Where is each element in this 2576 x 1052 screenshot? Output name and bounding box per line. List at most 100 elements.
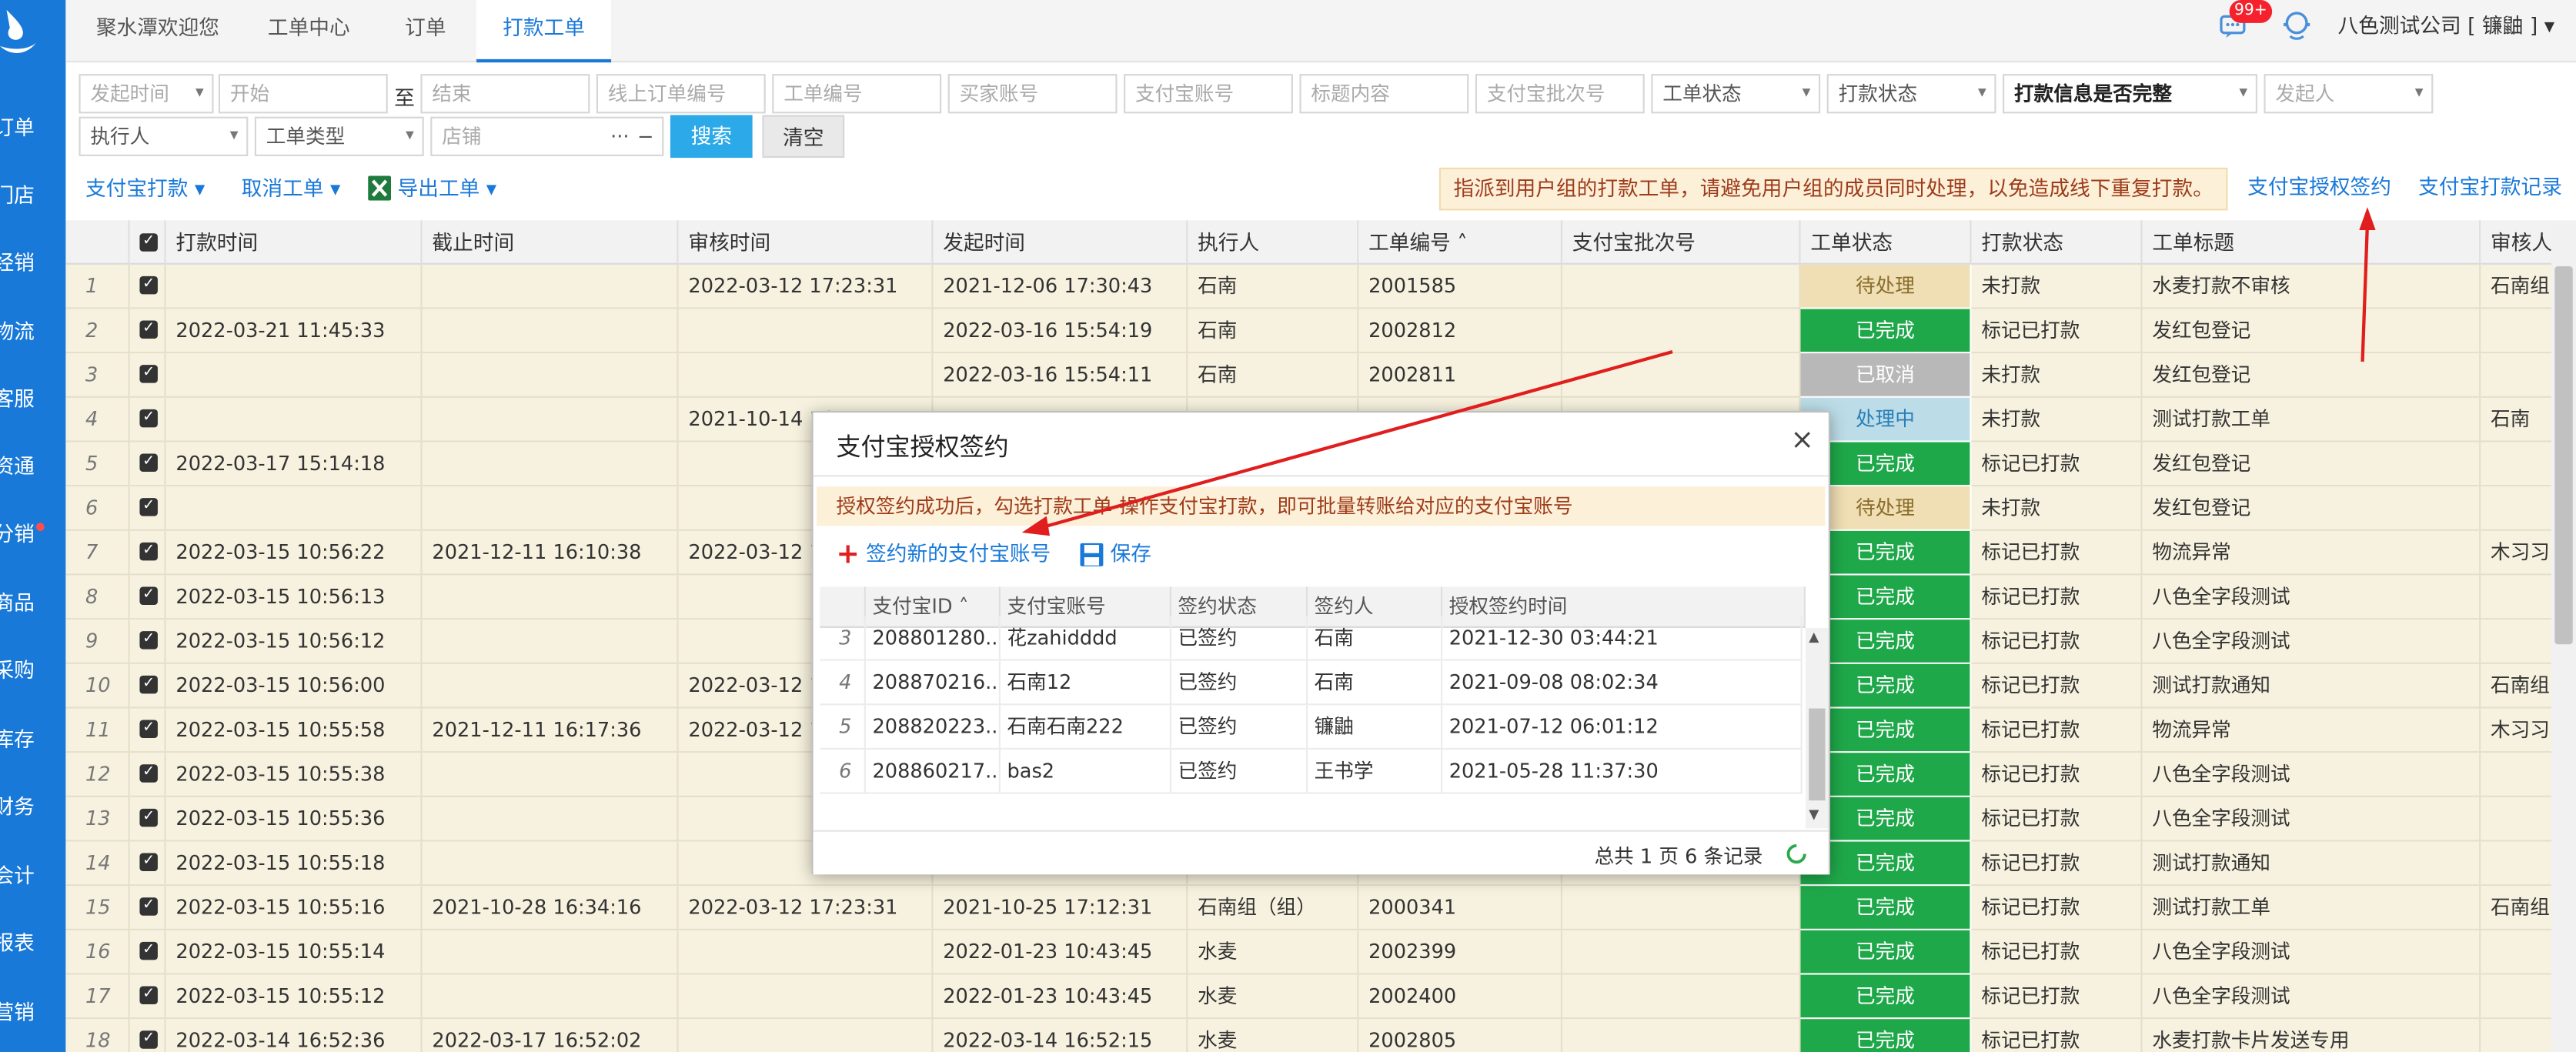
row-checkbox-cell[interactable]: ✓ <box>129 575 166 620</box>
payment-info-complete-select[interactable]: 打款信息是否完整 <box>2003 74 2257 114</box>
row-checkbox-cell[interactable]: ✓ <box>129 397 166 443</box>
tab-orders[interactable]: 订单 <box>378 0 473 62</box>
refresh-icon[interactable] <box>1784 842 1809 867</box>
sidebar-item-inventory[interactable]: 库存 <box>0 723 65 756</box>
save-button[interactable]: 保存 <box>1079 539 1151 569</box>
row-checkbox[interactable]: ✓ <box>139 498 158 516</box>
row-checkbox[interactable]: ✓ <box>139 453 158 473</box>
alipay-auth-sign-link[interactable]: 支付宝授权签约 <box>2247 174 2391 200</box>
pay-time: 2022-03-15 10:55:12 <box>165 974 423 1020</box>
table-row[interactable]: 2 ✓ 2022-03-21 11:45:33 2022-03-16 15:54:19… <box>65 309 2552 354</box>
sidebar-item-resale[interactable]: 分销 <box>0 518 65 551</box>
close-icon[interactable]: × <box>1789 426 1816 455</box>
sidebar-item-zitong[interactable]: 资通 <box>0 450 65 483</box>
row-checkbox-cell[interactable]: ✓ <box>129 309 166 354</box>
table-row[interactable]: 17 ✓ 2022-03-15 10:55:12 2022-01-23 10:43:4… <box>65 974 2552 1020</box>
tab-payment-tickets[interactable]: 打款工单 <box>476 0 612 63</box>
sidebar-item-orders[interactable]: 订单 <box>0 112 65 145</box>
ticket-number-input[interactable]: 工单编号 <box>772 74 942 114</box>
table-row[interactable]: 16 ✓ 2022-03-15 10:55:14 2022-01-23 10:43:4… <box>65 930 2552 975</box>
row-checkbox[interactable]: ✓ <box>139 986 158 1005</box>
initiator-select[interactable]: 发起人 <box>2264 74 2434 114</box>
scroll-down-icon[interactable]: ▼ <box>1809 807 1819 822</box>
executor-select[interactable]: 执行人 <box>79 116 249 156</box>
row-checkbox[interactable]: ✓ <box>139 764 158 783</box>
sidebar-item-marketing[interactable]: 营销 <box>0 996 65 1029</box>
launch-time-select[interactable]: 发起时间 <box>79 74 214 114</box>
title-content-input[interactable]: 标题内容 <box>1299 74 1469 114</box>
store-input[interactable]: 店铺 ··· − <box>430 116 664 156</box>
add-alipay-account-button[interactable]: + 签约新的支付宝账号 <box>837 539 1051 569</box>
row-checkbox[interactable]: ✓ <box>139 542 158 561</box>
company-account-menu[interactable]: 八色测试公司 [ 镰鼬 ] ▾ <box>2338 12 2555 41</box>
row-checkbox[interactable]: ✓ <box>139 276 158 295</box>
alipay-pay-button[interactable]: 支付宝打款 ▾ <box>85 176 205 202</box>
payment-status-select[interactable]: 打款状态 <box>1826 74 1996 114</box>
online-order-number-input[interactable]: 线上订单编号 <box>596 74 766 114</box>
sidebar-item-accounting[interactable]: 会计 <box>0 860 65 893</box>
row-checkbox-cell[interactable]: ✓ <box>129 264 166 309</box>
buyer-account-input[interactable]: 买家账号 <box>947 74 1118 114</box>
start-date-input[interactable]: 开始 <box>218 74 388 114</box>
row-checkbox[interactable]: ✓ <box>139 853 158 872</box>
tab-welcome[interactable]: 聚水潭欢迎您 <box>72 0 243 62</box>
row-checkbox-cell[interactable]: ✓ <box>129 353 166 398</box>
sidebar-item-logistics[interactable]: 物流 <box>0 316 65 349</box>
row-checkbox[interactable]: ✓ <box>139 409 158 428</box>
row-checkbox[interactable]: ✓ <box>139 897 158 916</box>
row-checkbox-cell[interactable]: ✓ <box>129 930 166 975</box>
row-checkbox-cell[interactable]: ✓ <box>130 1019 166 1052</box>
row-checkbox-cell[interactable]: ✓ <box>129 841 166 887</box>
row-checkbox[interactable]: ✓ <box>139 631 158 650</box>
row-checkbox[interactable]: ✓ <box>139 320 158 339</box>
row-checkbox-cell[interactable]: ✓ <box>129 486 166 531</box>
row-checkbox[interactable]: ✓ <box>139 586 158 606</box>
deadline <box>422 797 679 842</box>
table-row[interactable]: 3 ✓ 2022-03-16 15:54:11 石南 2002811 已取消 未打款 发红包登… <box>65 353 2552 398</box>
sidebar-item-finance[interactable]: 财务 <box>0 790 65 823</box>
customer-service-icon[interactable] <box>2280 8 2314 42</box>
row-checkbox-cell[interactable]: ✓ <box>129 974 166 1020</box>
dialog-scrollbar-thumb[interactable] <box>1809 708 1826 801</box>
row-checkbox-cell[interactable]: ✓ <box>129 886 166 930</box>
row-checkbox[interactable]: ✓ <box>139 941 158 960</box>
row-checkbox[interactable]: ✓ <box>139 720 158 739</box>
sidebar-item-stores[interactable]: 门店 <box>0 179 65 212</box>
sidebar-item-customer-service[interactable]: 客服 <box>0 383 65 416</box>
ticket-status-select[interactable]: 工单状态 <box>1651 74 1821 114</box>
scrollbar-thumb[interactable] <box>2554 266 2573 645</box>
export-ticket-button[interactable]: 导出工单 ▾ <box>398 176 497 202</box>
select-all-checkbox[interactable]: ✓ <box>139 233 158 252</box>
row-checkbox-cell[interactable]: ✓ <box>129 797 166 842</box>
tab-ticket-center[interactable]: 工单中心 <box>246 0 371 62</box>
row-checkbox-cell[interactable]: ✓ <box>129 708 166 753</box>
sidebar-item-reports[interactable]: 报表 <box>0 927 65 960</box>
row-checkbox[interactable]: ✓ <box>139 365 158 383</box>
row-checkbox-cell[interactable]: ✓ <box>129 620 166 664</box>
row-checkbox[interactable]: ✓ <box>139 808 158 827</box>
sidebar-item-distribution[interactable]: 经销 <box>0 246 65 279</box>
table-row[interactable]: 1 ✓ 2022-03-12 17:23:31 2021-12-06 17:30:43… <box>65 264 2552 309</box>
cancel-ticket-button[interactable]: 取消工单 ▾ <box>242 176 341 202</box>
clear-button[interactable]: 清空 <box>762 115 845 159</box>
sidebar-item-products[interactable]: 商品 <box>0 587 65 620</box>
end-date-input[interactable]: 结束 <box>420 74 590 114</box>
scroll-up-icon[interactable]: ▲ <box>1809 630 1819 644</box>
alipay-pay-record-link[interactable]: 支付宝打款记录 <box>2418 174 2562 200</box>
sidebar-item-purchasing[interactable]: 采购 <box>0 654 65 687</box>
table-row[interactable]: 15 ✓ 2022-03-15 10:55:16 2021-10-28 16:34:1… <box>65 886 2552 930</box>
row-checkbox-cell[interactable]: ✓ <box>129 753 166 797</box>
table-row[interactable]: 18 ✓ 2022-03-14 16:52:36 2022-03-17 16:52:0… <box>65 1019 2552 1052</box>
alipay-account-input[interactable]: 支付宝账号 <box>1124 74 1293 114</box>
row-checkbox-cell[interactable]: ✓ <box>129 663 166 709</box>
more-icon[interactable]: ··· <box>610 119 629 155</box>
minus-icon[interactable]: − <box>637 119 653 155</box>
alipay-batch-number-input[interactable]: 支付宝批次号 <box>1475 74 1645 114</box>
row-checkbox-cell[interactable]: ✓ <box>129 530 166 576</box>
row-checkbox[interactable]: ✓ <box>139 1030 158 1049</box>
row-checkbox-cell[interactable]: ✓ <box>129 442 166 487</box>
ticket-type-select[interactable]: 工单类型 <box>254 116 424 156</box>
row-checkbox[interactable]: ✓ <box>139 675 158 694</box>
search-button[interactable]: 搜索 <box>670 115 753 159</box>
select-all-header[interactable]: ✓ <box>129 220 166 265</box>
